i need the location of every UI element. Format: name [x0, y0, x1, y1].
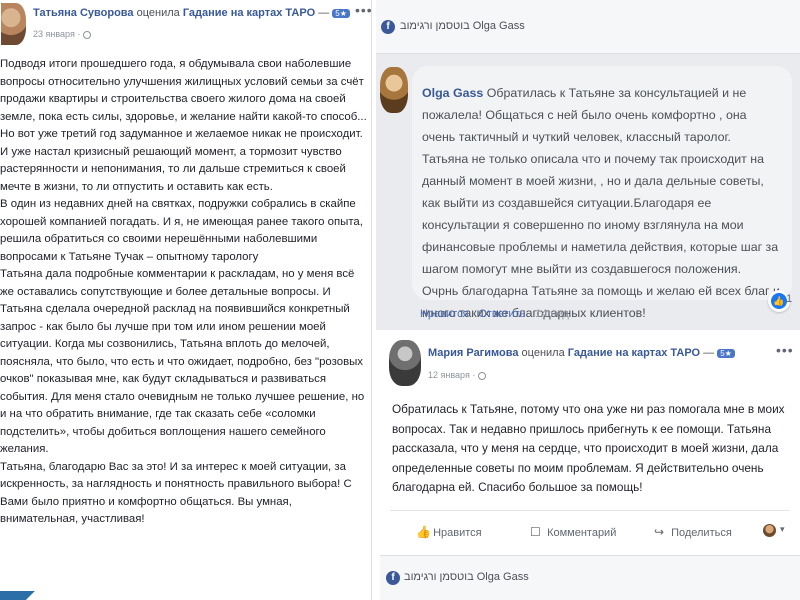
comment-text: Обратилась к Татьяне за консультацией и …	[422, 86, 780, 320]
post-actions: 👍 Нравится ☐ Комментарий ↪ Поделиться ▾	[380, 520, 800, 544]
avatar[interactable]	[389, 340, 421, 386]
avatar[interactable]	[1, 3, 26, 45]
post-author-line: Мария Рагимова оценила Гадание на картах…	[428, 347, 735, 359]
more-dots-icon[interactable]: •••	[776, 342, 794, 358]
divider	[390, 510, 790, 511]
page-suffix: —	[700, 347, 715, 359]
chevron-down-icon[interactable]: ▾	[780, 524, 785, 535]
corner-decoration	[0, 591, 60, 600]
comment-author-link[interactable]: Olga Gass	[422, 86, 483, 100]
like-link[interactable]: Нравится	[420, 308, 469, 320]
post-paragraph: Подводя итоги прошедшего года, я обдумыв…	[0, 58, 367, 123]
globe-icon	[82, 30, 91, 39]
post-body: Подводя итоги прошедшего года, я обдумыв…	[0, 56, 368, 529]
share-arrow-icon: ↪	[654, 525, 665, 539]
reply-link[interactable]: Ответить	[478, 308, 525, 320]
avatar[interactable]	[380, 67, 408, 113]
author-name-link[interactable]: Мария Рагимова	[428, 347, 518, 359]
comment-time[interactable]: 14 нед.	[535, 308, 572, 320]
post-body: Обратилась к Татьяне, потому что она уже…	[392, 402, 785, 494]
post-paragraph: Татьяна, благодарю Вас за это! И за инте…	[0, 460, 352, 526]
attribution-text: בוטסמן ורגימוב Olga Gass	[400, 20, 525, 32]
post-date-text: 23 января ·	[33, 29, 81, 39]
separator: ·	[468, 308, 479, 320]
comment-attribution-bar: f בוטסמן ורגימוב Olga Gass	[376, 0, 800, 54]
review-post-right: Мария Рагимова оценила Гадание на картах…	[380, 330, 800, 600]
facebook-icon: f	[381, 20, 395, 34]
more-dots-icon[interactable]: •••	[355, 2, 371, 18]
like-label: Нравится	[433, 527, 482, 539]
thumbs-up-icon: 👍	[416, 525, 431, 539]
post-paragraph: Татьяна дала подробные комментарии к рас…	[0, 268, 365, 455]
comment-panel: f בוטסמן ורגימוב Olga Gass Olga Gass Обр…	[376, 0, 800, 330]
post-header: Татьяна Суворова оценила Гадание на карт…	[0, 0, 371, 48]
thumbs-up-icon: 👍	[771, 293, 787, 309]
page-name-link[interactable]: Гадание на картах ТАРО	[183, 7, 315, 19]
attribution-text: בוטסמן ורגימוב Olga Gass	[404, 571, 529, 583]
review-post-left: Татьяна Суворова оценила Гадание на карт…	[0, 0, 372, 600]
share-button[interactable]: ↪ Поделиться	[654, 520, 732, 544]
rating-badge: 5★	[332, 8, 350, 18]
facebook-icon: f	[386, 571, 400, 585]
post-attribution-bar: f בוטסמן ורגימוב Olga Gass	[380, 555, 800, 600]
speech-bubble-icon: ☐	[530, 525, 541, 539]
page: Татьяна Суворова оценила Гадание на карт…	[0, 0, 800, 600]
reaction-count: 1	[786, 293, 793, 305]
post-date[interactable]: 23 января ·	[33, 29, 91, 39]
avatar[interactable]	[763, 524, 776, 537]
action-text: оценила	[521, 347, 565, 359]
page-suffix: —	[315, 7, 330, 19]
comment-button[interactable]: ☐ Комментарий	[530, 520, 616, 544]
action-text: оценила	[136, 7, 180, 19]
comment-label: Комментарий	[547, 527, 617, 539]
share-label: Поделиться	[671, 527, 732, 539]
page-name-link[interactable]: Гадание на картах ТАРО	[568, 347, 700, 359]
post-date[interactable]: 12 января ·	[428, 370, 486, 380]
post-paragraph: В один из недавних дней на святках, подр…	[0, 198, 363, 263]
comment-bubble: Olga Gass Обратилась к Татьяне за консул…	[412, 66, 792, 320]
rating-badge: 5★	[717, 348, 735, 358]
author-name-link[interactable]: Татьяна Суворова	[33, 7, 134, 19]
post-paragraph: Но вот уже третий год задуманное и желае…	[0, 128, 363, 193]
post-date-text: 12 января ·	[428, 370, 476, 380]
separator: ·	[525, 308, 536, 320]
post-author-line: Татьяна Суворова оценила Гадание на карт…	[33, 7, 350, 19]
like-button[interactable]: 👍 Нравится	[416, 520, 482, 544]
globe-icon	[477, 371, 486, 380]
comment-actions: Нравится · Ответить · 14 нед.	[420, 308, 572, 320]
